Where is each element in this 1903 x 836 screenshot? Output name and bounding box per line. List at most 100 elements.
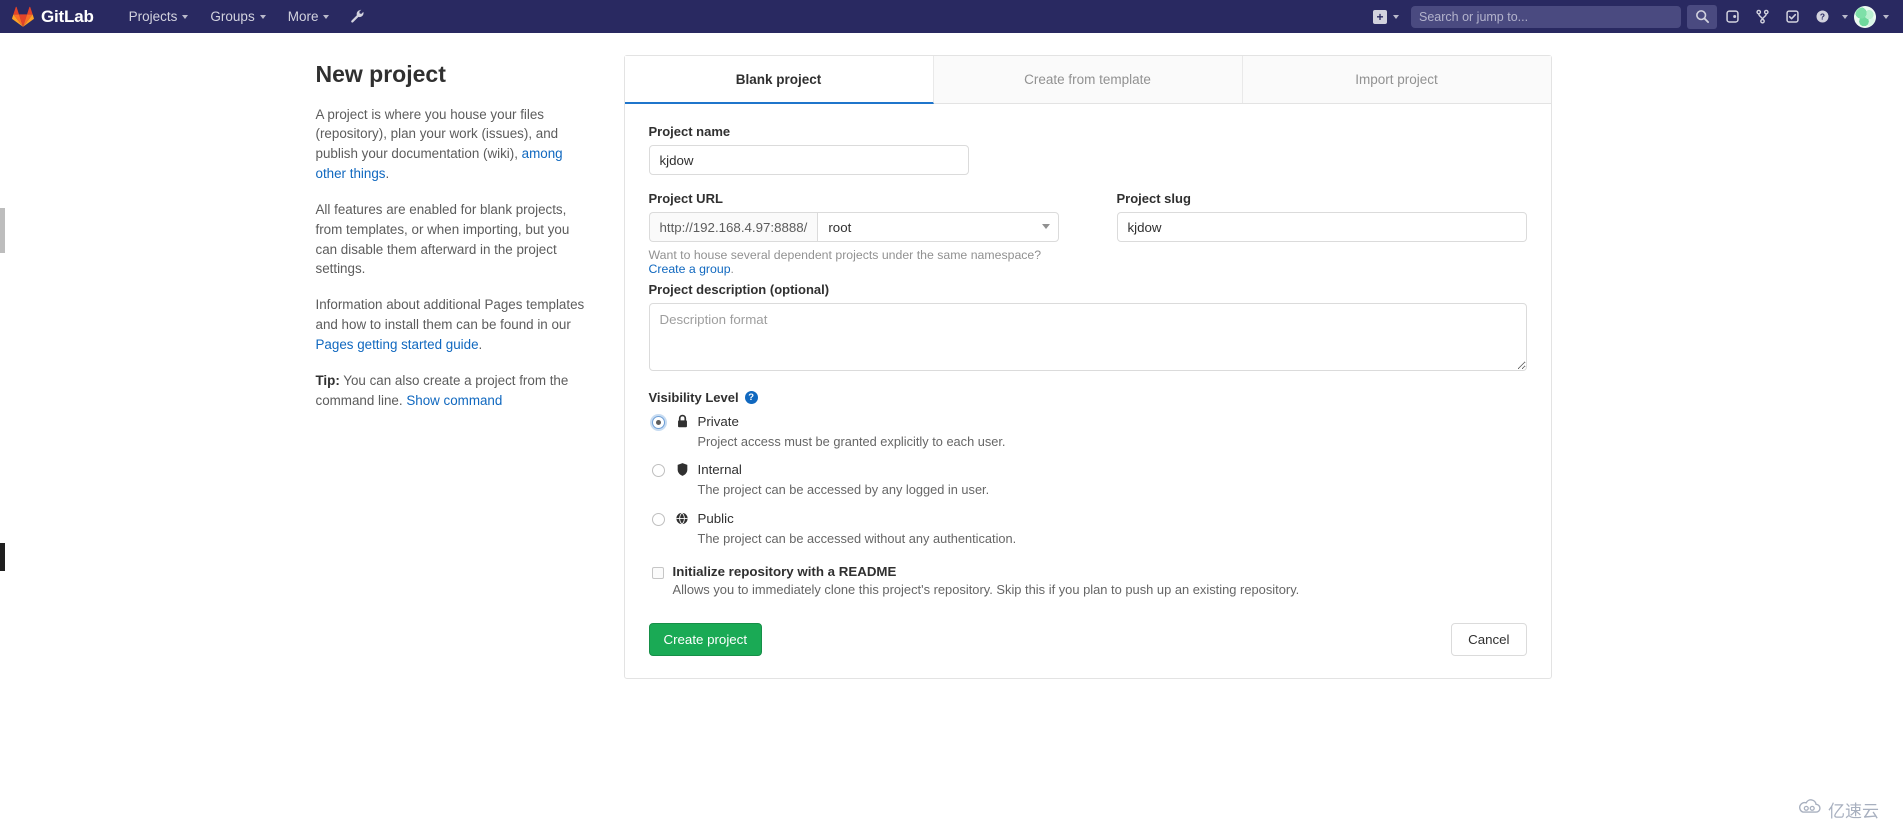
plus-square-icon: + <box>1373 9 1387 24</box>
gitlab-tanuki-logo-icon[interactable] <box>12 6 34 27</box>
visibility-radio-private[interactable] <box>651 416 665 429</box>
visibility-internal-title[interactable]: Internal <box>698 461 990 479</box>
watermark: 亿速云 <box>1797 797 1879 822</box>
intro-column: New project A project is where you house… <box>316 55 616 426</box>
issues-icon[interactable] <box>1717 0 1747 33</box>
merge-requests-icon[interactable] <box>1747 0 1777 33</box>
namespace-help-prefix: Want to house several dependent projects… <box>648 248 1042 262</box>
chevron-down-icon <box>1393 14 1399 19</box>
search-icon[interactable] <box>1687 4 1717 29</box>
initialize-readme-label[interactable]: Initialize repository with a README <box>673 564 1300 579</box>
visibility-private-title[interactable]: Private <box>698 413 1006 431</box>
project-description-label: Project description (optional) <box>648 282 830 297</box>
nav-item-projects-label: Projects <box>128 9 178 24</box>
intro-p3-period: . <box>478 336 483 352</box>
project-description-textarea[interactable] <box>648 303 1527 371</box>
intro-paragraph-1: A project is where you house your files … <box>316 105 588 184</box>
search-placeholder: Search or jump to... <box>1419 9 1529 24</box>
admin-area-button[interactable] <box>340 0 375 33</box>
new-item-dropdown-button[interactable]: + <box>1369 9 1403 24</box>
project-slug-field: Project slug <box>1116 191 1527 276</box>
intro-paragraph-2: All features are enabled for blank proje… <box>315 201 570 277</box>
visibility-public-description: The project can be accessed without any … <box>697 530 1017 546</box>
gitlab-wordmark[interactable]: GitLab <box>41 8 94 25</box>
visibility-option-private[interactable]: Private Project access must be granted e… <box>649 413 1527 451</box>
visibility-public-body: Public The project can be accessed witho… <box>698 510 1017 548</box>
project-url-label: Project URL <box>648 191 723 206</box>
avatar[interactable] <box>1854 5 1876 28</box>
visibility-radio-public[interactable] <box>651 512 665 526</box>
chevron-down-icon <box>1883 14 1889 19</box>
project-url-prefix: http://192.168.4.97:8888/ <box>648 212 818 242</box>
namespace-select[interactable]: root <box>817 212 1059 242</box>
help-icon[interactable]: ? <box>1807 0 1837 33</box>
tab-blank-project[interactable]: Blank project <box>624 56 934 104</box>
nav-item-projects[interactable]: Projects <box>118 0 200 33</box>
project-description-field: Project description (optional) <box>648 282 1527 374</box>
project-url-row: Project URL http://192.168.4.97:8888/ ro… <box>648 191 1527 276</box>
nav-item-more[interactable]: More <box>277 0 341 33</box>
project-name-field: Project name <box>648 124 1527 175</box>
visibility-private-description: Project access must be granted explicitl… <box>697 433 1006 449</box>
lock-icon <box>674 414 691 429</box>
visibility-public-title[interactable]: Public <box>698 510 1017 528</box>
create-a-group-link[interactable]: Create a group <box>649 262 731 276</box>
search-input[interactable]: Search or jump to... <box>1411 5 1681 28</box>
chevron-down-icon <box>1041 224 1050 229</box>
user-menu-button[interactable] <box>1848 5 1889 28</box>
namespace-help-text: Want to house several dependent projects… <box>649 248 1059 276</box>
scroll-artifact-top <box>0 208 5 253</box>
new-project-form: Project name Project URL http://192.168.… <box>625 104 1551 678</box>
form-actions: Create project Cancel <box>648 623 1527 657</box>
namespace-help-suffix: . <box>730 262 734 276</box>
top-navbar: GitLab Projects Groups More + Search or … <box>0 0 1903 33</box>
initialize-readme-row[interactable]: Initialize repository with a README Allo… <box>649 564 1527 597</box>
watermark-text: 亿速云 <box>1828 802 1879 822</box>
show-command-link[interactable]: Show command <box>406 393 502 408</box>
todos-icon[interactable] <box>1777 0 1807 33</box>
nav-item-more-label: More <box>287 9 319 24</box>
nav-item-groups-label: Groups <box>210 9 255 24</box>
initialize-readme-checkbox[interactable] <box>651 567 664 580</box>
namespace-select-wrapper: root <box>817 212 1059 242</box>
visibility-internal-description: The project can be accessed by any logge… <box>697 482 990 498</box>
chevron-down-icon <box>259 14 266 19</box>
project-slug-label: Project slug <box>1116 191 1191 206</box>
intro-paragraph-3: Information about additional Pages templ… <box>316 295 588 354</box>
visibility-level-header: Visibility Level ? <box>649 390 1527 405</box>
project-url-input-group: http://192.168.4.97:8888/ root <box>648 212 1059 242</box>
cancel-button[interactable]: Cancel <box>1451 623 1527 657</box>
page-body: New project A project is where you house… <box>0 33 1903 836</box>
navbar-left-group: GitLab Projects Groups More <box>12 0 375 33</box>
initialize-readme-description: Allows you to immediately clone this pro… <box>672 582 1300 598</box>
project-type-tabs: Blank project Create from template Impor… <box>624 56 1551 104</box>
intro-p1-period: . <box>385 166 390 182</box>
tab-import-project[interactable]: Import project <box>1242 56 1551 103</box>
tab-create-from-template[interactable]: Create from template <box>933 56 1243 103</box>
navbar-right-group: + Search or jump to... ? <box>1369 0 1889 33</box>
chevron-down-icon <box>323 14 330 19</box>
create-project-button[interactable]: Create project <box>648 623 763 657</box>
nav-item-groups[interactable]: Groups <box>199 0 276 33</box>
question-circle-icon[interactable]: ? <box>744 391 758 404</box>
content-wrapper: New project A project is where you house… <box>316 55 1588 680</box>
visibility-radio-internal[interactable] <box>651 464 665 478</box>
project-name-input[interactable] <box>648 145 969 175</box>
visibility-internal-body: Internal The project can be accessed by … <box>698 461 990 499</box>
visibility-level-label: Visibility Level <box>648 390 739 405</box>
initialize-readme-body: Initialize repository with a README Allo… <box>673 564 1300 597</box>
visibility-private-body: Private Project access must be granted e… <box>698 413 1006 451</box>
cloud-icon <box>1797 799 1823 820</box>
chevron-down-icon <box>1842 14 1848 19</box>
help-dropdown-button[interactable]: ? <box>1807 0 1848 33</box>
svg-text:?: ? <box>1819 12 1824 22</box>
scroll-artifact-bottom <box>0 543 5 571</box>
page-title: New project <box>315 61 446 87</box>
visibility-option-internal[interactable]: Internal The project can be accessed by … <box>649 461 1527 499</box>
visibility-option-public[interactable]: Public The project can be accessed witho… <box>649 510 1527 548</box>
intro-tip-paragraph: Tip: You can also create a project from … <box>316 371 588 411</box>
project-slug-input[interactable] <box>1116 212 1527 242</box>
pages-getting-started-guide-link[interactable]: Pages getting started guide <box>316 337 479 352</box>
project-url-field: Project URL http://192.168.4.97:8888/ ro… <box>648 191 1059 276</box>
shield-icon <box>674 462 691 477</box>
